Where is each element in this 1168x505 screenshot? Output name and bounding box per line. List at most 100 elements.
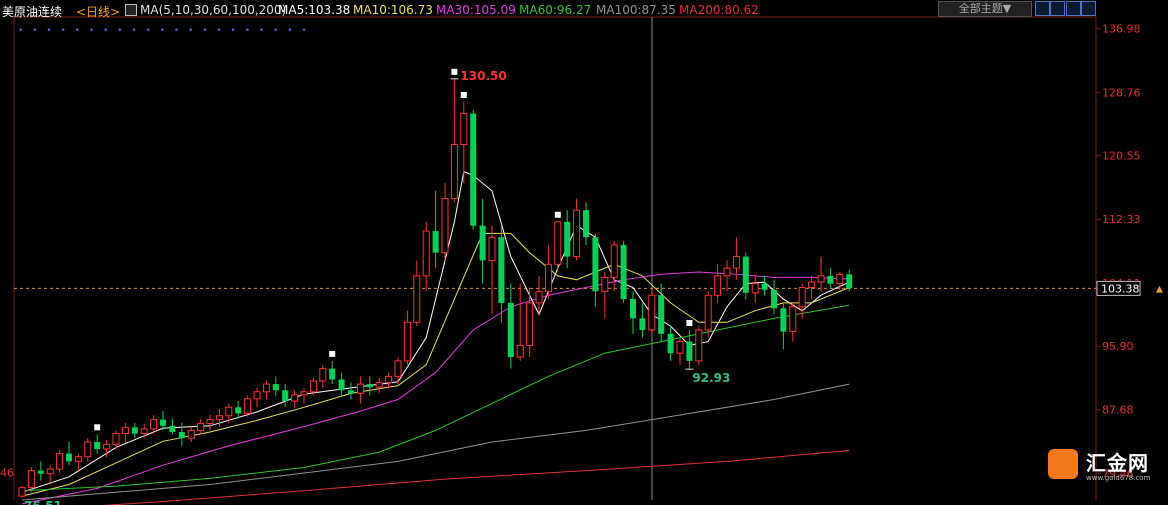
- candle-body-up: [56, 453, 64, 470]
- signal-marker: [554, 211, 561, 218]
- candle-body-up: [262, 383, 270, 393]
- candle-body-up: [836, 273, 844, 285]
- candle-body-up: [356, 383, 364, 394]
- candle-body-down: [827, 275, 834, 284]
- grid-toggle-icon[interactable]: [1050, 1, 1065, 16]
- candle-body-up: [375, 382, 383, 388]
- candle-body-down: [366, 384, 373, 388]
- candle-body-up: [704, 294, 712, 331]
- ma5-value: MA5:103.38: [278, 3, 351, 17]
- ma-params[interactable]: MA(5,10,30,60,100,200): [140, 3, 286, 17]
- candle-body-up: [206, 419, 214, 424]
- signal-marker: [686, 319, 693, 326]
- indicator-settings-icon[interactable]: [125, 4, 137, 16]
- logo-icon: [1048, 449, 1078, 479]
- symbol-name[interactable]: 美原油连续: [2, 3, 62, 20]
- candle-body-up: [112, 433, 120, 445]
- high-label: 130.50: [460, 69, 506, 83]
- candle-body-up: [516, 344, 524, 358]
- candle-body-down: [272, 384, 279, 391]
- period-label[interactable]: <日线>: [76, 3, 120, 20]
- candle-body-up: [535, 290, 543, 304]
- ma60-value: MA60:96.27: [519, 3, 592, 17]
- y-tick-label: 112.33: [1102, 213, 1141, 226]
- candle-body-down: [620, 244, 627, 300]
- candle-body-up: [319, 368, 327, 382]
- candle-body-down: [178, 431, 185, 439]
- candle-body-up: [394, 360, 402, 377]
- candle-body-down: [235, 407, 242, 414]
- candle-body-down: [639, 318, 646, 330]
- low-label: 92.93: [692, 371, 730, 385]
- candle-body-down: [742, 256, 749, 293]
- logo: 汇金网 www.gold678.com: [1048, 446, 1158, 486]
- logo-title: 汇金网: [1086, 451, 1149, 475]
- candle-body-up: [215, 415, 223, 421]
- signal-marker: [94, 424, 101, 431]
- candle-body-up: [573, 209, 581, 258]
- theme-dropdown[interactable]: 全部主题▼: [938, 1, 1032, 17]
- candle-body-up: [403, 321, 411, 362]
- signal-marker: [329, 350, 336, 357]
- candle-body-down: [667, 333, 674, 354]
- candle-body-up: [121, 426, 129, 435]
- candle-body-down: [479, 225, 486, 261]
- ma200-value: MA200:80.62: [679, 3, 759, 17]
- candle-body-up: [84, 441, 92, 458]
- candle-body-up: [27, 470, 35, 489]
- candle-body-up: [751, 283, 759, 294]
- candle-body-up: [74, 456, 82, 462]
- candle-body-down: [470, 113, 477, 226]
- candle-body-up: [488, 236, 496, 261]
- close-icon[interactable]: [1081, 1, 1096, 16]
- y-tick-label: 120.55: [1102, 150, 1141, 163]
- candle-body-down: [94, 442, 101, 449]
- signal-marker: [460, 92, 467, 99]
- candle-body-down: [771, 289, 777, 309]
- candle-body-up: [526, 302, 534, 346]
- candle-body-up: [789, 306, 797, 333]
- candle-body-down: [592, 237, 599, 292]
- candle-body-down: [564, 221, 571, 257]
- candle-body-down: [498, 237, 505, 303]
- candle-body-up: [291, 394, 299, 402]
- logo-url: www.gold678.com: [1086, 474, 1151, 482]
- candle-body-up: [385, 375, 393, 384]
- candle-body-up: [460, 113, 468, 146]
- window-icon[interactable]: [1066, 1, 1081, 16]
- signal-dots: • • • • • • • • • • • • • • • • • • • • …: [18, 26, 310, 36]
- candle-body-up: [610, 244, 618, 278]
- candle-body-up: [808, 281, 816, 288]
- candle-body-down: [630, 299, 636, 319]
- candle-body-down: [761, 283, 768, 290]
- price-chart[interactable]: 136.98128.76120.55112.33104.1195.9087.68…: [0, 0, 1168, 505]
- candle-body-down: [846, 274, 853, 289]
- candle-body-up: [441, 198, 449, 254]
- candle-body-up: [798, 286, 806, 308]
- left-edge-label: 46: [0, 466, 14, 479]
- candle-body-down: [131, 427, 138, 434]
- candle-body-up: [253, 391, 261, 400]
- y-tick-label: 136.98: [1102, 23, 1141, 36]
- candle-body-down: [780, 308, 787, 332]
- candle-body-down: [169, 425, 176, 432]
- candle-body-up: [309, 380, 317, 393]
- crosshair-icon[interactable]: [1035, 1, 1050, 16]
- candle-body-down: [338, 379, 345, 391]
- candle-body-down: [348, 390, 354, 394]
- signal-marker: [451, 68, 458, 75]
- candle-body-up: [601, 276, 609, 292]
- candle-body-up: [450, 144, 458, 200]
- candle-body-up: [187, 429, 195, 439]
- candle-body-up: [103, 443, 111, 450]
- candle-body-down: [583, 210, 589, 238]
- candle-body-up: [732, 256, 740, 269]
- candle-body-up: [817, 275, 825, 283]
- candle-body-up: [676, 341, 684, 354]
- candle-body-up: [244, 398, 252, 414]
- candle-body-up: [554, 221, 562, 265]
- y-tick-label: 95.90: [1102, 340, 1134, 353]
- ma10-value: MA10:106.73: [353, 3, 433, 17]
- candle-body-up: [18, 487, 26, 497]
- candle-body-up: [140, 428, 148, 435]
